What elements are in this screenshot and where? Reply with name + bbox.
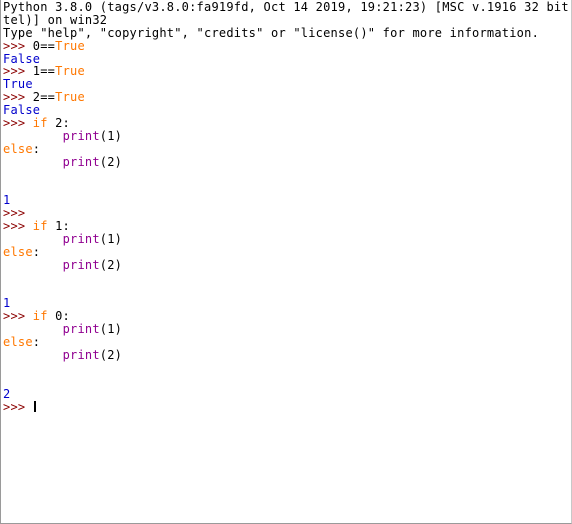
shell-text-area[interactable]: Python 3.8.0 (tags/v3.8.0:fa919fd, Oct 1… [3,1,571,523]
shell-line-blank-5 [3,362,571,375]
shell-token: if [32,219,48,234]
shell-line-banner-line-3: Type "help", "copyright", "credits" or "… [3,25,571,40]
shell-line-blank-6 [3,375,571,388]
python-idle-shell-window: Python 3.8.0 (tags/v3.8.0:fa919fd, Oct 1… [0,0,572,524]
shell-line-blank-2 [3,181,571,194]
shell-line-input-2-eq-true: >>> 2==True [3,91,571,104]
shell-token: >>> [3,90,33,105]
shell-line-prompt-active: >>> [3,399,571,414]
shell-line-blank-3 [3,272,571,285]
shell-token: Type "help", "copyright", "credits" or "… [3,25,540,40]
shell-token: >>> [3,206,26,221]
shell-token: False [3,103,41,118]
shell-token: (1) [99,322,123,337]
shell-token: >>> [3,399,33,414]
shell-line-prompt-empty-1: >>> [3,207,571,220]
shell-line-input-0-eq-true: >>> 0==True [3,38,571,53]
shell-token [3,348,63,362]
shell-line-blank-4 [3,285,571,298]
shell-token: 1 [3,193,11,208]
shell-token: if [32,116,48,131]
shell-token: : [32,244,41,259]
shell-token: (2) [99,348,123,363]
shell-line-blank-1 [3,169,571,182]
shell-token [3,322,63,336]
shell-line-input-if-0-print-1: print(1) [3,323,571,336]
shell-token [3,129,63,143]
shell-line-output-true-1: True [3,78,571,91]
shell-line-output-if-1-result: 1 [3,297,571,310]
shell-token [3,155,63,169]
shell-token: : [32,141,41,156]
shell-token: False [3,51,41,66]
shell-token: print [62,154,100,169]
shell-token: >>> [3,219,33,234]
shell-token: print [62,322,100,337]
shell-line-input-if-2-print-2: print(2) [3,154,571,169]
shell-token: True [55,90,85,105]
shell-token: 1 [3,296,11,311]
shell-line-output-if-2-result: 1 [3,194,571,207]
shell-token [3,232,63,246]
shell-line-output-false-2: False [3,104,571,117]
shell-token: True [55,38,85,53]
shell-line-output-if-0-result: 2 [3,386,571,401]
shell-token: 1: [47,219,71,234]
text-cursor [33,400,36,412]
shell-token: 2 [3,386,11,401]
shell-token: >>> [3,64,33,79]
shell-token: (1) [99,232,123,247]
shell-token: 2== [32,90,56,105]
shell-token: if [32,309,48,324]
shell-token: (1) [99,128,123,143]
shell-line-input-if-0-print-2: print(2) [3,349,571,362]
shell-token: tel)] on win32 [3,12,108,27]
shell-token: Python 3.8.0 (tags/v3.8.0:fa919fd, Oct 1… [3,0,572,14]
shell-token: True [3,77,33,92]
shell-token: >>> [3,309,33,324]
shell-token: 2: [47,116,71,131]
shell-token: else [3,141,33,156]
shell-token: : [32,335,41,350]
shell-token: else [3,335,33,350]
shell-token: 0: [47,309,71,324]
shell-line-input-if-1-print-2: print(2) [3,257,571,272]
shell-token: 1== [32,64,56,79]
shell-token: else [3,244,33,259]
shell-token: True [55,64,85,79]
shell-line-input-if-2-print-1: print(1) [3,128,571,143]
shell-line-input-if-1-print-1: print(1) [3,233,571,246]
shell-line-input-1-eq-true: >>> 1==True [3,65,571,78]
shell-token: >>> [3,116,33,131]
shell-token [3,258,63,272]
shell-token: print [62,348,100,363]
shell-token: (2) [99,257,123,272]
shell-token: print [62,128,100,143]
shell-token: 0== [32,38,56,53]
shell-token: (2) [99,154,123,169]
shell-token: print [62,232,100,247]
shell-line-output-false-1: False [3,51,571,66]
shell-token: print [62,257,100,272]
shell-token: >>> [3,38,33,53]
